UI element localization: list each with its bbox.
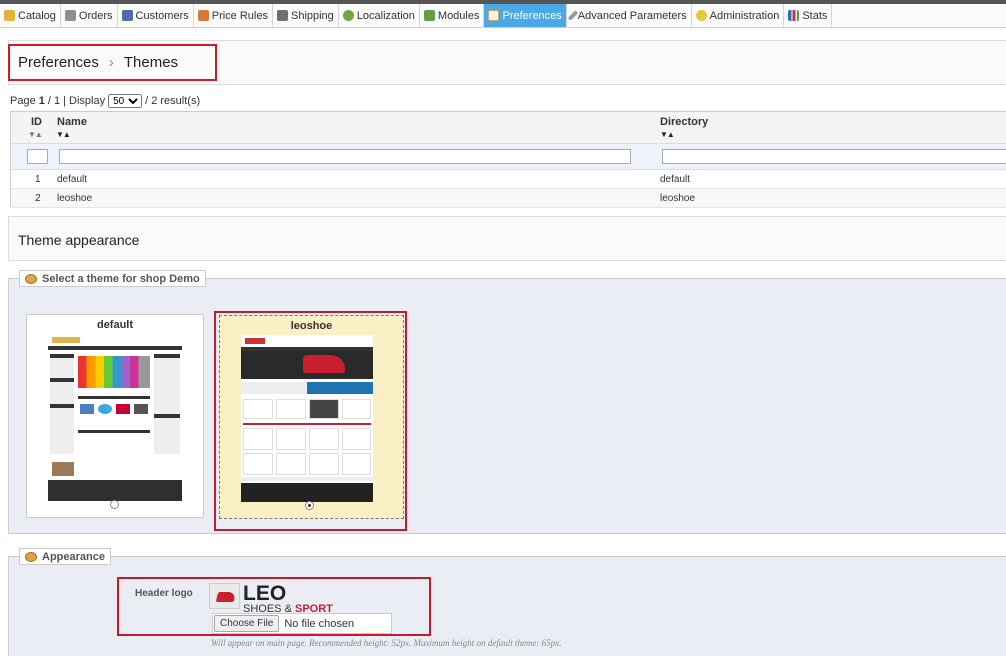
- cell-id: 1: [35, 174, 41, 185]
- theme-name: leoshoe: [290, 320, 333, 332]
- tab-orders[interactable]: Orders: [61, 4, 118, 27]
- folder-icon: [4, 10, 15, 21]
- logo-hint: Will appear on main page. Recommended he…: [211, 638, 562, 648]
- appearance-fieldset: Appearance Header logo LEO SHOES & SPORT…: [8, 548, 1006, 656]
- tab-catalog[interactable]: Catalog: [0, 4, 61, 27]
- table-header: ID ▼▲ Name ▼▲ Directory ▼▲: [11, 112, 1006, 144]
- breadcrumb-current: Themes: [123, 54, 179, 71]
- logo-big-text: LEO: [243, 582, 287, 605]
- themes-table: ID ▼▲ Name ▼▲ Directory ▼▲ 1 default def…: [10, 111, 1006, 208]
- appearance-legend: Appearance: [19, 548, 111, 565]
- choose-file-button[interactable]: Choose File: [214, 615, 280, 632]
- theme-card-leoshoe[interactable]: leoshoe: [219, 315, 404, 519]
- section-title: Theme appearance: [8, 216, 1006, 261]
- theme-preview-default: [48, 334, 182, 501]
- tab-localization[interactable]: Localization: [339, 4, 420, 27]
- tab-label: Catalog: [18, 9, 56, 22]
- preferences-icon: [488, 10, 500, 21]
- filter-id-input[interactable]: [27, 149, 48, 164]
- tab-customers[interactable]: Customers: [118, 4, 194, 27]
- theme-radio-default[interactable]: [110, 500, 119, 509]
- main-menu: Catalog Orders Customers Price Rules Shi…: [0, 4, 1006, 28]
- tab-label: Localization: [356, 9, 415, 22]
- header-name: Name: [57, 116, 87, 128]
- key-icon: [695, 10, 707, 21]
- tab-shipping[interactable]: Shipping: [273, 4, 339, 27]
- cell-name: default: [57, 174, 88, 185]
- tab-label: Price Rules: [211, 9, 268, 22]
- palette-icon: [25, 551, 37, 562]
- per-page-select[interactable]: 50: [108, 94, 143, 108]
- tab-preferences[interactable]: Preferences: [484, 4, 567, 27]
- page-prefix: Page: [10, 95, 36, 107]
- filter-row: [11, 144, 1006, 170]
- tab-label: Stats: [802, 9, 828, 22]
- cart-icon: [64, 10, 76, 21]
- tab-label: Advanced Parameters: [577, 9, 687, 22]
- wrench-icon: [567, 10, 579, 21]
- page-number: 1: [38, 95, 45, 107]
- file-chooser: Choose File No file chosen: [212, 613, 392, 634]
- tab-price-rules[interactable]: Price Rules: [194, 4, 273, 27]
- tab-label: Modules: [437, 9, 480, 22]
- theme-name: default: [96, 319, 134, 331]
- header-logo-label: Header logo: [135, 588, 193, 599]
- no-file-text: No file chosen: [284, 617, 355, 630]
- puzzle-icon: [423, 10, 435, 21]
- tab-label: Customers: [135, 9, 189, 22]
- header-directory: Directory: [660, 116, 709, 128]
- globe-icon: [342, 10, 354, 21]
- logo-wordmark: LEO SHOES & SPORT: [243, 583, 333, 615]
- cell-directory: leoshoe: [660, 193, 696, 204]
- tab-advanced-parameters[interactable]: Advanced Parameters: [567, 4, 692, 27]
- header-logo-preview: LEO SHOES & SPORT: [209, 583, 333, 615]
- tab-administration[interactable]: Administration: [692, 4, 785, 27]
- cell-name: leoshoe: [57, 193, 93, 204]
- tab-modules[interactable]: Modules: [420, 4, 485, 27]
- sort-name-arrows[interactable]: ▼▲: [56, 130, 71, 139]
- tab-label: Orders: [78, 9, 113, 22]
- shoe-logo-icon: [209, 583, 240, 609]
- theme-preview-leoshoe: [241, 335, 373, 502]
- price-icon: [197, 10, 209, 21]
- cell-directory: default: [660, 174, 691, 185]
- pagination: Page 1 / 1 | Display 50 / 2 result(s): [10, 94, 200, 108]
- filter-directory-input[interactable]: [662, 149, 1006, 164]
- legend-label: Select a theme for shop Demo: [42, 272, 200, 285]
- breadcrumb-parent[interactable]: Preferences: [18, 54, 99, 71]
- theme-card-default[interactable]: default: [26, 314, 204, 518]
- theme-select-legend: Select a theme for shop Demo: [19, 270, 206, 287]
- cell-id: 2: [35, 193, 41, 204]
- user-icon: [121, 10, 133, 21]
- breadcrumb: Preferences › Themes: [8, 44, 217, 81]
- sort-id-arrows[interactable]: ▼▲: [28, 130, 43, 139]
- tab-stats[interactable]: Stats: [784, 4, 833, 27]
- page-count: / 1 | Display: [47, 95, 106, 107]
- table-row[interactable]: 2 leoshoe leoshoe: [11, 189, 1006, 208]
- tab-label: Preferences: [502, 9, 562, 22]
- palette-icon: [25, 273, 37, 284]
- sort-directory-arrows[interactable]: ▼▲: [660, 130, 675, 139]
- theme-radio-leoshoe[interactable]: [305, 501, 314, 510]
- table-row[interactable]: 1 default default: [11, 170, 1006, 189]
- header-id: ID: [31, 116, 42, 128]
- result-count: / 2 result(s): [145, 95, 201, 107]
- breadcrumb-separator: ›: [108, 54, 114, 71]
- tab-label: Administration: [709, 9, 780, 22]
- chart-icon: [788, 10, 800, 21]
- tab-label: Shipping: [290, 9, 334, 22]
- filter-name-input[interactable]: [59, 149, 631, 164]
- truck-icon: [276, 10, 288, 21]
- legend-label: Appearance: [42, 550, 105, 563]
- theme-select-fieldset: Select a theme for shop Demo default leo…: [8, 270, 1006, 534]
